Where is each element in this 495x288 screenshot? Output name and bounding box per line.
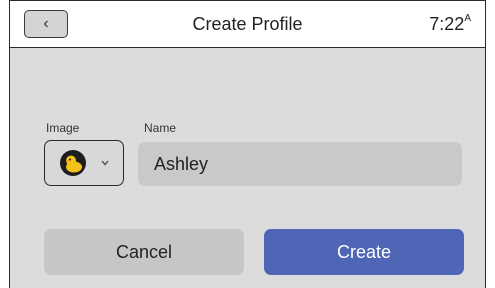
clock-suffix: A [464,13,471,24]
cancel-button[interactable]: Cancel [44,229,244,275]
top-bar: ‹ Create Profile 7:22A [10,1,485,48]
name-field[interactable]: Ashley [138,142,462,186]
page-title: Create Profile [192,14,303,34]
image-label: Image [46,121,80,135]
chevron-down-icon [101,160,109,166]
image-dropdown[interactable] [44,140,124,186]
create-button[interactable]: Create [264,229,464,275]
name-field-value: Ashley [154,153,209,174]
cancel-button-label: Cancel [115,241,173,262]
duck-avatar-icon [60,150,86,176]
profile-screen: ‹ Create Profile 7:22A Image Name Ashley… [9,0,486,288]
create-button-label: Create [336,241,392,262]
name-label: Name [144,121,177,135]
clock: 7:22A [429,13,471,35]
clock-time: 7:22 [429,14,465,34]
